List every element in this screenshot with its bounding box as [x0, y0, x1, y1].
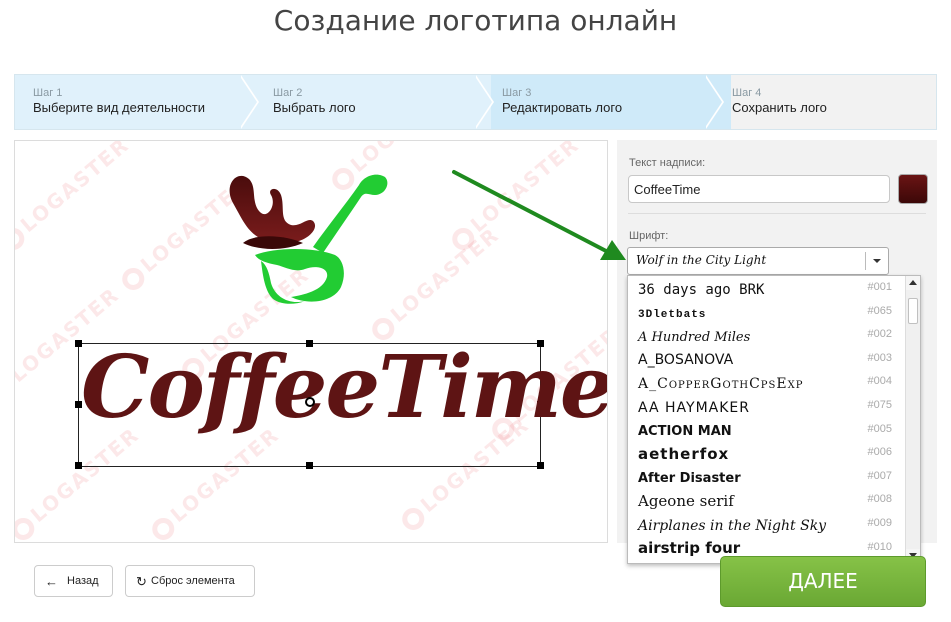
text-field-label: Текст надписи:: [629, 157, 706, 169]
font-dropdown-list[interactable]: 36 days ago BRK #001 3Dletbats #065 A Hu…: [627, 275, 921, 564]
font-option[interactable]: A_BOSANOVA #003: [628, 347, 906, 371]
divider: [628, 213, 926, 214]
step-3[interactable]: Шаг 3 Редактировать лого: [485, 75, 731, 129]
font-option[interactable]: 36 days ago BRK #001: [628, 276, 906, 300]
reset-element-button[interactable]: ↻ Сброс элемента: [125, 565, 255, 597]
font-option[interactable]: ACTION MAN #005: [628, 418, 906, 442]
rotate-handle[interactable]: [305, 397, 315, 407]
logo-text[interactable]: CoffeeTime: [81, 337, 607, 438]
step-separator: [474, 75, 492, 129]
chevron-down-icon[interactable]: [873, 259, 881, 263]
dropdown-scrollbar[interactable]: [905, 276, 920, 563]
scroll-up-icon[interactable]: [906, 276, 920, 290]
step-separator: [239, 75, 257, 129]
next-button[interactable]: ДАЛЕЕ: [720, 556, 926, 607]
coffee-cup-icon[interactable]: [215, 165, 395, 335]
back-button[interactable]: ← Назад: [34, 565, 113, 597]
step-3-label: Редактировать лого: [502, 100, 623, 115]
font-option[interactable]: AA HAYMAKER #075: [628, 394, 906, 418]
step-1-label: Выберите вид деятельности: [33, 100, 205, 115]
font-option[interactable]: Airplanes in the Night Sky #009: [628, 512, 906, 536]
step-separator: [704, 75, 722, 129]
font-select[interactable]: Wolf in the City Light: [627, 247, 889, 275]
pointer-arrow-icon: [452, 170, 626, 260]
step-3-number: Шаг 3: [502, 87, 532, 99]
step-2[interactable]: Шаг 2 Выбрать лого: [255, 75, 491, 129]
wizard-steps: Шаг 4 Сохранить лого Шаг 3 Редактировать…: [14, 74, 937, 130]
step-2-label: Выбрать лого: [273, 100, 356, 115]
font-option[interactable]: Ageone serif #008: [628, 488, 906, 512]
font-option[interactable]: After Disaster #007: [628, 465, 906, 489]
arrow-left-icon: ←: [45, 574, 58, 589]
step-4-label: Сохранить лого: [732, 100, 827, 115]
text-color-picker[interactable]: [898, 174, 928, 204]
step-4[interactable]: Шаг 4 Сохранить лого: [715, 75, 936, 129]
font-option[interactable]: aetherfox #006: [628, 441, 906, 465]
step-1-number: Шаг 1: [33, 87, 63, 99]
page-title: Создание логотипа онлайн: [273, 4, 678, 37]
select-separator: [865, 252, 866, 270]
step-2-number: Шаг 2: [273, 87, 303, 99]
resize-handle[interactable]: [75, 462, 82, 469]
reset-icon: ↻: [136, 574, 147, 589]
resize-handle[interactable]: [306, 462, 313, 469]
step-1[interactable]: Шаг 1 Выберите вид деятельности: [15, 75, 259, 129]
font-option[interactable]: A Hundred Miles #002: [628, 323, 906, 347]
font-option[interactable]: A_CopperGothCpsExp #004: [628, 370, 906, 394]
scroll-thumb[interactable]: [908, 298, 918, 324]
font-selected-value: Wolf in the City Light: [636, 253, 767, 267]
font-option[interactable]: 3Dletbats #065: [628, 300, 906, 324]
caption-text-input[interactable]: [628, 175, 890, 203]
step-4-number: Шаг 4: [732, 87, 762, 99]
watermark: LOGASTER: [15, 141, 134, 255]
resize-handle[interactable]: [537, 462, 544, 469]
